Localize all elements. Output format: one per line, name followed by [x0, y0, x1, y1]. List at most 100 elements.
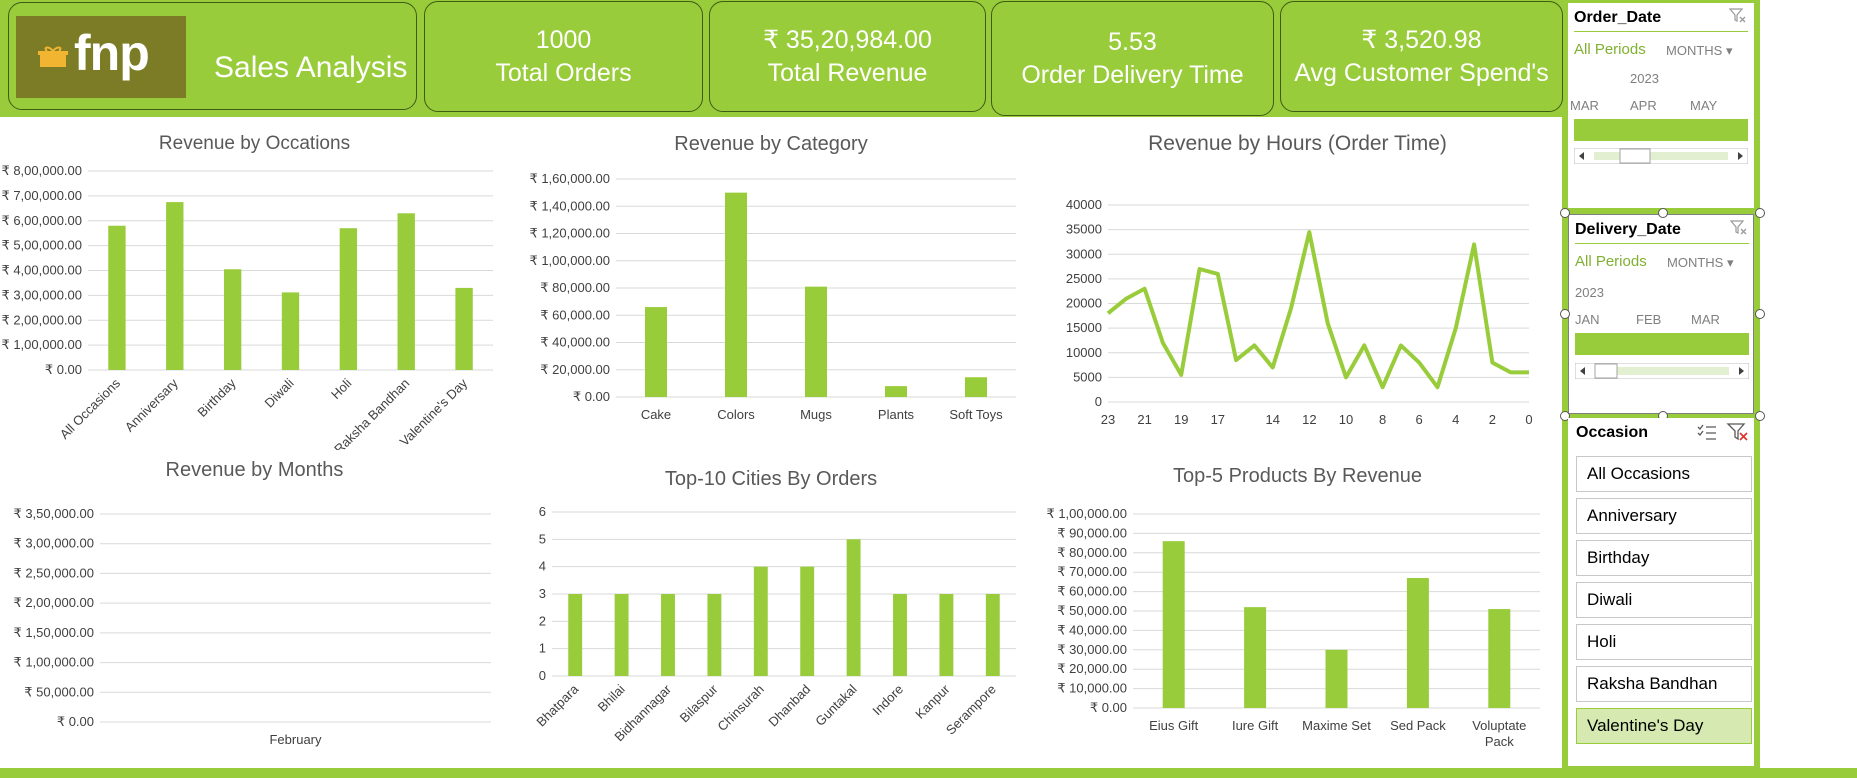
kpi-delivery-time: 5.53 Order Delivery Time — [991, 1, 1274, 116]
y-tick-label: ₹ 10,000.00 — [1057, 681, 1127, 696]
x-tick-label: Colors — [717, 407, 755, 422]
y-tick-label: ₹ 60,000.00 — [540, 307, 610, 322]
bar — [725, 192, 747, 397]
y-tick-label: ₹ 3,00,000.00 — [1, 287, 82, 302]
kpi-value: ₹ 35,20,984.00 — [763, 25, 932, 54]
x-tick-label: 8 — [1379, 412, 1386, 427]
gift-icon — [38, 46, 68, 67]
x-tick-label: Serampore — [943, 682, 999, 738]
y-tick-label: 20000 — [1066, 296, 1102, 311]
x-tick-label: Voluptate — [1472, 718, 1526, 733]
chart-top-products[interactable]: Top-5 Products By Revenue ₹ 0.00 ₹ 10,000.… — [1033, 452, 1562, 768]
y-tick-label: 4 — [539, 559, 546, 574]
x-tick-label: Eius Gift — [1149, 718, 1199, 733]
clear-filter-icon[interactable] — [1728, 6, 1748, 26]
timeline-scrollbar[interactable] — [1574, 148, 1748, 164]
resize-handle[interactable] — [1755, 309, 1765, 319]
resize-handle[interactable] — [1560, 208, 1570, 218]
timeline-scrollbar[interactable] — [1575, 363, 1749, 379]
x-tick-label: 4 — [1452, 412, 1459, 427]
footer-band — [0, 768, 1857, 778]
occasion-option[interactable]: All Occasions — [1576, 456, 1752, 492]
chart-revenue-by-occasions[interactable]: Revenue by Occations ₹ 0.00 ₹ 1,00,000.00 ₹… — [0, 117, 509, 450]
resize-handle[interactable] — [1755, 411, 1765, 421]
resize-handle[interactable] — [1755, 208, 1765, 218]
period-unit-label: MONTHS — [1666, 43, 1723, 58]
x-tick-label: Chinsurah — [714, 682, 767, 735]
timeline-bar[interactable] — [1575, 333, 1749, 355]
occasion-slicer[interactable]: Occasion All Occasions Anniversary Birthda… — [1568, 418, 1754, 766]
y-tick-label: ₹ 70,000.00 — [1057, 564, 1127, 579]
bar — [645, 307, 667, 397]
multi-select-icon[interactable] — [1696, 422, 1718, 442]
occasion-option[interactable]: Raksha Bandhan — [1576, 666, 1752, 702]
x-tick-label: Sed Pack — [1390, 718, 1446, 733]
y-tick-label: ₹ 40,000.00 — [1057, 622, 1127, 637]
timeline-month: MAR — [1691, 312, 1720, 327]
x-tick-label: Plants — [878, 407, 915, 422]
timeline-month: APR — [1630, 98, 1657, 113]
timeline-bar[interactable] — [1574, 119, 1748, 141]
resize-handle[interactable] — [1560, 309, 1570, 319]
all-periods-link[interactable]: All Periods — [1574, 41, 1646, 58]
x-tick-label: 23 — [1101, 412, 1115, 427]
chart-revenue-by-months[interactable]: Revenue by Months ₹ 0.00 ₹ 50,000.00 ₹ 1,00… — [0, 452, 509, 768]
slicer-title: Occasion — [1576, 424, 1649, 441]
y-tick-label: ₹ 3,00,000.00 — [13, 536, 94, 551]
y-tick-label: ₹ 6,00,000.00 — [1, 213, 82, 228]
y-tick-label: ₹ 80,000.00 — [1057, 545, 1127, 560]
chart-revenue-by-category[interactable]: Revenue by Category ₹ 0.00 ₹ 20,000.00 ₹ 40… — [510, 117, 1032, 450]
x-tick-label: 0 — [1525, 412, 1532, 427]
occasion-option[interactable]: Valentine's Day — [1576, 708, 1752, 744]
occasion-option[interactable]: Birthday — [1576, 540, 1752, 576]
x-tick-label: 21 — [1137, 412, 1151, 427]
all-periods-link[interactable]: All Periods — [1575, 253, 1647, 270]
clear-filter-icon[interactable] — [1729, 218, 1749, 238]
kpi-value: ₹ 3,520.98 — [1361, 25, 1482, 54]
y-tick-label: 25000 — [1066, 271, 1102, 286]
bar — [1488, 609, 1511, 708]
bar — [339, 228, 358, 370]
clear-filter-icon[interactable] — [1726, 421, 1750, 443]
kpi-total-revenue: ₹ 35,20,984.00 Total Revenue — [709, 1, 986, 112]
x-tick-label: Mugs — [800, 407, 832, 422]
chart-top-cities[interactable]: Top-10 Cities By Orders 0 1 2 3 4 5 6 Bhatpara Bh… — [510, 452, 1032, 768]
y-tick-label: ₹ 7,00,000.00 — [1, 188, 82, 203]
logo-text: fnp — [74, 25, 150, 81]
resize-handle[interactable] — [1658, 208, 1668, 218]
x-tick-label: 2 — [1489, 412, 1496, 427]
right-blank — [1760, 0, 1857, 768]
chart-revenue-by-hours[interactable]: Revenue by Hours (Order Time) 0 5000 10000 1… — [1033, 117, 1562, 450]
period-unit-dropdown[interactable]: MONTHS ▾ — [1667, 255, 1734, 271]
period-unit-label: MONTHS — [1667, 255, 1724, 270]
delivery-date-slicer[interactable]: Delivery_Date All Periods MONTHS ▾ 2023 … — [1568, 214, 1754, 414]
kpi-label: Avg Customer Spend's — [1294, 58, 1549, 87]
y-tick-label: ₹ 1,00,000.00 — [529, 253, 610, 268]
timeline-year: 2023 — [1575, 285, 1604, 300]
x-tick-label: Indore — [869, 682, 906, 719]
y-tick-label: ₹ 1,60,000.00 — [529, 171, 610, 186]
bar — [939, 594, 954, 676]
logo-card: fnp Sales Analysis — [8, 2, 417, 110]
y-tick-label: ₹ 60,000.00 — [1057, 584, 1127, 599]
bar — [661, 594, 675, 676]
period-unit-dropdown[interactable]: MONTHS ▾ — [1666, 43, 1733, 59]
x-tick-label: Soft Toys — [949, 407, 1003, 422]
y-tick-label: 40000 — [1066, 197, 1102, 212]
kpi-label: Total Orders — [495, 58, 632, 87]
y-tick-label: ₹ 40,000.00 — [540, 335, 610, 350]
x-tick-label: Anniversary — [122, 375, 181, 434]
dashboard-title: Sales Analysis — [214, 51, 408, 84]
x-tick-label: Bhatpara — [533, 681, 581, 729]
order-date-slicer[interactable]: Order_Date All Periods MONTHS ▾ 2023 MAR… — [1568, 3, 1754, 208]
bar — [568, 594, 583, 676]
y-tick-label: ₹ 20,000.00 — [540, 362, 610, 377]
x-tick-label: Cake — [641, 407, 671, 422]
occasion-option[interactable]: Holi — [1576, 624, 1752, 660]
y-tick-label: ₹ 5,00,000.00 — [1, 238, 82, 253]
occasion-option[interactable]: Anniversary — [1576, 498, 1752, 534]
bar — [893, 594, 907, 676]
occasion-option[interactable]: Diwali — [1576, 582, 1752, 618]
x-tick-label: Diwali — [261, 375, 296, 410]
bar — [614, 594, 629, 676]
